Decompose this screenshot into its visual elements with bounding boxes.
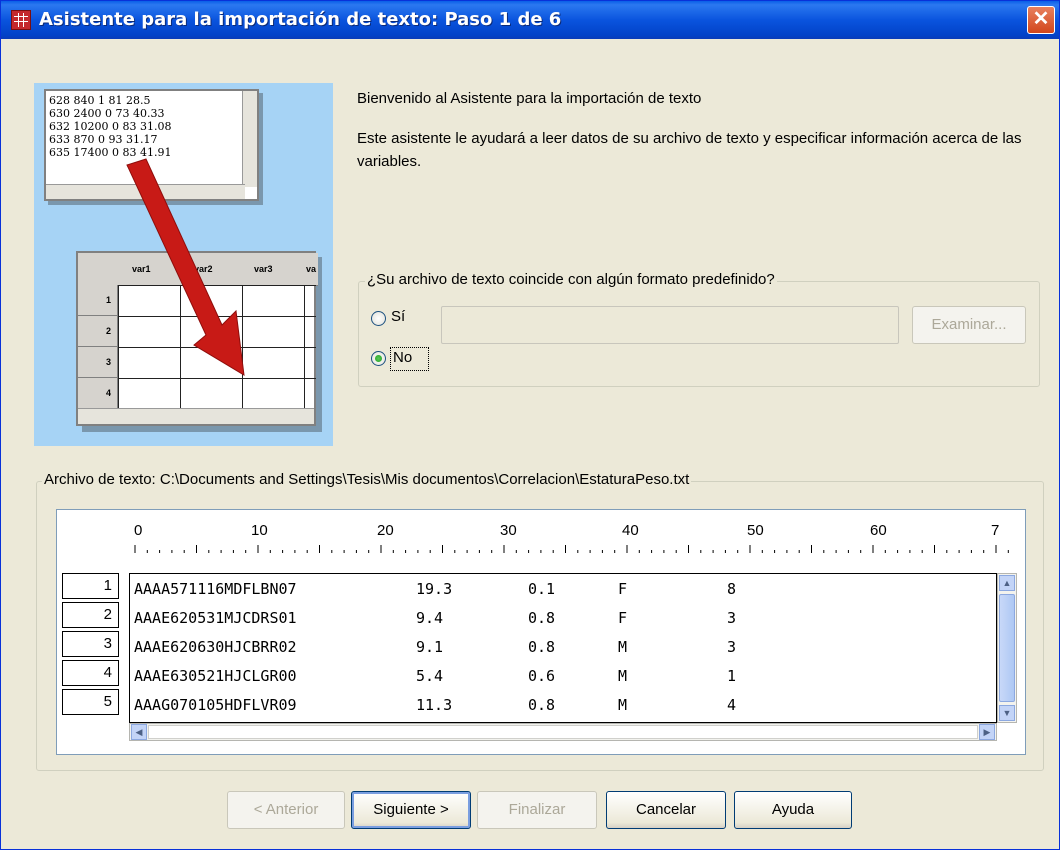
- data-cell: F: [618, 609, 628, 627]
- browse-button[interactable]: Examinar...: [912, 306, 1026, 344]
- close-button[interactable]: ✕: [1027, 6, 1055, 34]
- file-data-area[interactable]: AAAA571116MDFLBN07 19.3 0.1 F 8 AAAE6205…: [129, 573, 997, 723]
- data-cell: M: [618, 696, 628, 714]
- file-preview-pane: 0 10 20 30 40 50 60 7 1 2 3 4 5 AAAA5711…: [56, 509, 1026, 755]
- spreadsheet-icon: [11, 10, 31, 30]
- data-cell: 0.8: [528, 609, 556, 627]
- ruler-label: 0: [134, 522, 143, 539]
- ruler-ticks: [134, 545, 1009, 553]
- data-cell: 4: [727, 696, 737, 714]
- data-cell: 8: [727, 580, 737, 598]
- column-ruler: 0 10 20 30 40 50 60 7: [134, 520, 1014, 560]
- cancel-button[interactable]: Cancelar: [606, 791, 726, 829]
- data-cell: 9.1: [416, 638, 444, 656]
- import-wizard-window: Asistente para la importación de texto: …: [0, 0, 1060, 850]
- data-cell: AAAA571116MDFLBN07: [134, 580, 297, 598]
- radio-no-label[interactable]: No: [393, 349, 412, 366]
- red-arrow-icon: [126, 158, 245, 376]
- data-cell: 0.1: [528, 580, 556, 598]
- row-number: 5: [62, 689, 119, 715]
- ruler-label: 50: [747, 522, 764, 539]
- next-button[interactable]: Siguiente >: [351, 791, 471, 829]
- data-cell: AAAE630521HJCLGR00: [134, 667, 297, 685]
- ruler-label: 10: [251, 522, 268, 539]
- radio-yes[interactable]: [371, 311, 386, 326]
- data-cell: 19.3: [416, 580, 453, 598]
- scroll-right-icon[interactable]: ▶: [979, 724, 995, 740]
- ruler-label: 20: [377, 522, 394, 539]
- data-cell: AAAE620531MJCDRS01: [134, 609, 297, 627]
- data-cell: AAAG070105HDFLVR09: [134, 696, 297, 714]
- back-button[interactable]: < Anterior: [227, 791, 345, 829]
- welcome-heading: Bienvenido al Asistente para la importac…: [357, 90, 702, 107]
- data-cell: 5.4: [416, 667, 444, 685]
- data-cell: F: [618, 580, 628, 598]
- data-cell: 0.8: [528, 638, 556, 656]
- ruler-label: 30: [500, 522, 517, 539]
- help-button[interactable]: Ayuda: [734, 791, 852, 829]
- data-cell: 9.4: [416, 609, 444, 627]
- horizontal-scroll-thumb[interactable]: [148, 725, 978, 739]
- wizard-description: Este asistente le ayudará a leer datos d…: [357, 130, 1022, 170]
- row-number: 3: [62, 631, 119, 657]
- data-cell: 0.6: [528, 667, 556, 685]
- row-number: 2: [62, 602, 119, 628]
- data-cell: 3: [727, 609, 737, 627]
- data-cell: 1: [727, 667, 737, 685]
- finish-button[interactable]: Finalizar: [477, 791, 597, 829]
- data-cell: AAAE620630HJCBRR02: [134, 638, 297, 656]
- vertical-scrollbar[interactable]: ▲ ▼: [997, 573, 1017, 723]
- row-number: 4: [62, 660, 119, 686]
- radio-no[interactable]: [371, 351, 386, 366]
- format-path-field[interactable]: [441, 306, 899, 344]
- data-cell: 11.3: [416, 696, 453, 714]
- vertical-scroll-thumb[interactable]: [999, 594, 1015, 702]
- data-cell: 0.8: [528, 696, 556, 714]
- scroll-down-icon[interactable]: ▼: [999, 705, 1015, 721]
- wizard-illustration: 628 840 1 81 28.5 630 2400 0 73 40.33 63…: [34, 83, 333, 446]
- text-file-legend: Archivo de texto: C:\Documents and Setti…: [42, 471, 692, 488]
- scroll-up-icon[interactable]: ▲: [999, 575, 1015, 591]
- data-cell: 3: [727, 638, 737, 656]
- scroll-left-icon[interactable]: ◀: [131, 724, 147, 740]
- window-title: Asistente para la importación de texto: …: [39, 9, 562, 30]
- predefined-format-legend: ¿Su archivo de texto coincide con algún …: [365, 271, 777, 288]
- row-number: 1: [62, 573, 119, 599]
- ruler-label: 60: [870, 522, 887, 539]
- radio-yes-label[interactable]: Sí: [391, 308, 405, 325]
- ruler-label: 40: [622, 522, 639, 539]
- ruler-label: 7: [991, 522, 1000, 539]
- data-cell: M: [618, 667, 628, 685]
- horizontal-scrollbar[interactable]: ◀ ▶: [129, 723, 997, 741]
- data-cell: M: [618, 638, 628, 656]
- title-bar[interactable]: Asistente para la importación de texto: …: [1, 1, 1059, 39]
